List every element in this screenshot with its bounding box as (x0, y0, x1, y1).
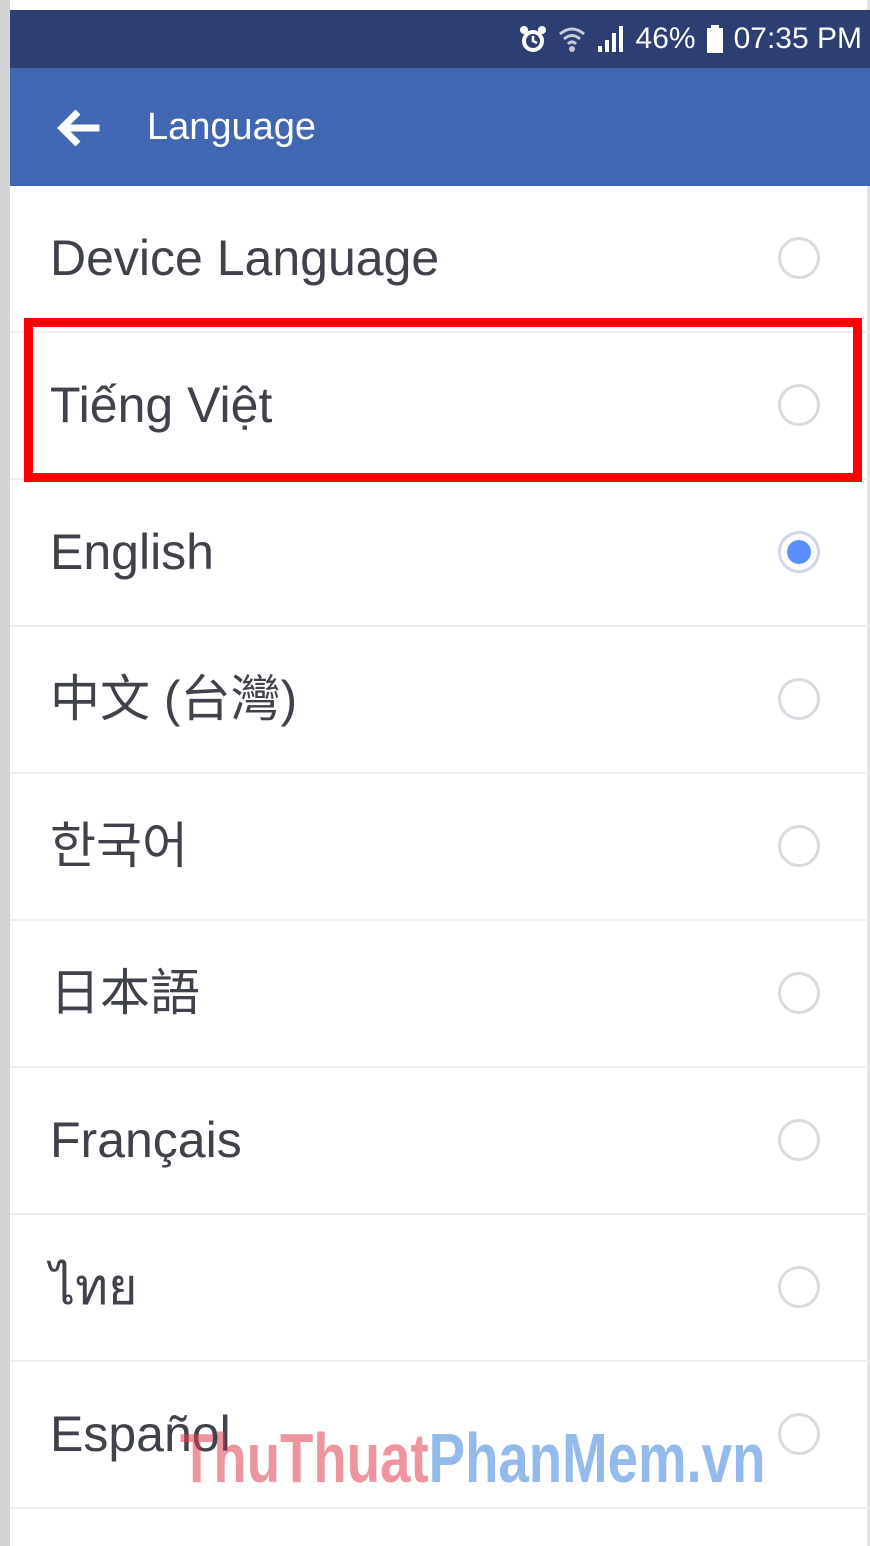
battery-icon (706, 24, 724, 54)
radio-unselected-icon[interactable] (778, 237, 820, 279)
radio-unselected-icon[interactable] (778, 1266, 820, 1308)
language-label: Tiếng Việt (50, 377, 273, 433)
language-option[interactable]: Español (10, 1362, 870, 1509)
screen: 46% 07:35 PM Language Device Language Tiế… (0, 0, 870, 1546)
language-label: ไทย (50, 1259, 138, 1315)
language-label: English (50, 524, 214, 580)
battery-percent: 46% (635, 22, 696, 55)
radio-unselected-icon[interactable] (778, 384, 820, 426)
status-icons: 46% 07:35 PM (518, 10, 862, 68)
wifi-icon (558, 24, 586, 54)
language-label: 日本語 (50, 965, 200, 1021)
signal-icon (596, 24, 626, 54)
language-label: 한국어 (50, 818, 188, 874)
language-option[interactable]: English (10, 480, 870, 627)
radio-selected-icon[interactable] (778, 531, 820, 573)
radio-unselected-icon[interactable] (778, 1413, 820, 1455)
back-arrow-icon[interactable] (54, 106, 102, 150)
left-edge (0, 0, 10, 1546)
language-option[interactable]: Device Language (10, 186, 870, 333)
language-option[interactable]: 한국어 (10, 774, 870, 921)
language-label: Español (50, 1406, 231, 1462)
radio-unselected-icon[interactable] (778, 678, 820, 720)
language-list: Device Language Tiếng Việt English 中文 (台灣) 한… (10, 186, 870, 1509)
radio-unselected-icon[interactable] (778, 972, 820, 1014)
language-option[interactable]: Tiếng Việt (10, 333, 870, 480)
alarm-icon (518, 24, 548, 54)
radio-unselected-icon[interactable] (778, 1119, 820, 1161)
language-label: Français (50, 1112, 242, 1168)
language-option[interactable]: 中文 (台灣) (10, 627, 870, 774)
language-option[interactable]: 日本語 (10, 921, 870, 1068)
language-option[interactable]: ไทย (10, 1215, 870, 1362)
app-bar: Language (10, 68, 870, 186)
language-option[interactable]: Français (10, 1068, 870, 1215)
language-label: 中文 (台灣) (50, 671, 298, 727)
radio-unselected-icon[interactable] (778, 825, 820, 867)
page-title: Language (147, 106, 317, 148)
status-bar: 46% 07:35 PM (10, 10, 870, 68)
language-label: Device Language (50, 230, 440, 286)
clock-time: 07:35 PM (733, 22, 862, 55)
